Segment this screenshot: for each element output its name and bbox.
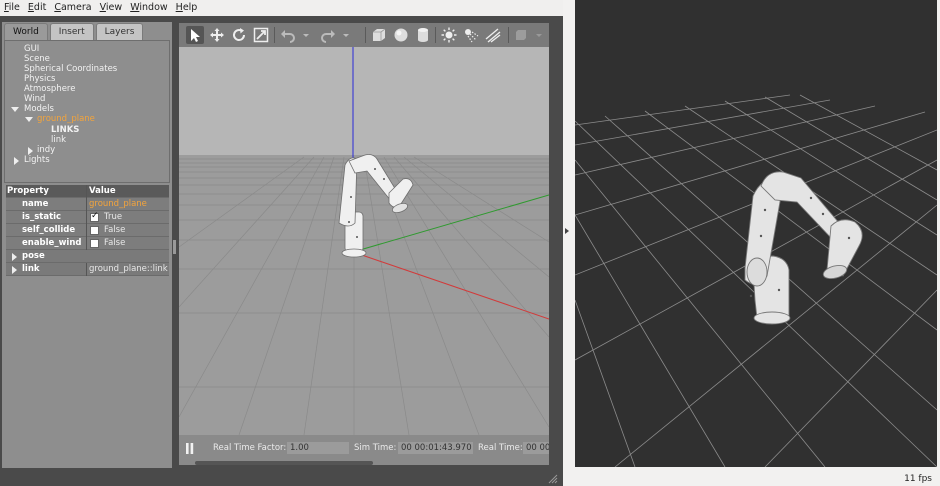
menu-bar: File Edit Camera View Window Help xyxy=(0,0,563,16)
menu-camera[interactable]: Camera xyxy=(50,0,95,16)
undo-icon[interactable] xyxy=(279,26,297,44)
world-tree: GUI Scene Spherical Coordinates Physics … xyxy=(4,40,170,183)
point-light-icon[interactable] xyxy=(440,26,458,44)
scene-toolbar xyxy=(179,23,549,47)
tab-insert[interactable]: Insert xyxy=(49,23,94,40)
expand-arrow-models-icon[interactable] xyxy=(11,107,19,112)
property-group-link[interactable]: link ground_plane::link xyxy=(6,263,169,276)
value-column-header: Value xyxy=(89,186,116,196)
resize-grip-icon[interactable] xyxy=(548,474,558,486)
gazebo-3d-viewport[interactable] xyxy=(179,47,549,435)
self-collide-checkbox[interactable] xyxy=(90,226,99,235)
menu-file[interactable]: File xyxy=(0,0,24,16)
property-key: self_collide xyxy=(22,225,76,235)
real-time-value: 00 00 xyxy=(523,442,549,454)
rtf-label: Real Time Factor: xyxy=(213,443,287,453)
property-value: False xyxy=(104,238,126,248)
translate-icon[interactable] xyxy=(208,26,226,44)
tree-header-links: LINKS xyxy=(51,125,80,135)
property-key: link xyxy=(22,264,40,274)
pause-icon[interactable] xyxy=(185,442,195,455)
menu-window[interactable]: Window xyxy=(126,0,171,16)
tree-item-models[interactable]: Models xyxy=(24,104,54,114)
menu-view[interactable]: View xyxy=(96,0,127,16)
property-key: pose xyxy=(22,251,45,261)
copy-icon[interactable] xyxy=(512,26,530,44)
property-key: name xyxy=(22,199,49,209)
scale-icon[interactable] xyxy=(252,26,270,44)
tree-item-link[interactable]: link xyxy=(51,135,66,145)
redo-dropdown-icon[interactable] xyxy=(341,26,351,44)
property-row-self-collide[interactable]: self_collide False xyxy=(6,224,169,237)
rviz-3d-view[interactable] xyxy=(575,0,937,467)
horizontal-scrollbar[interactable] xyxy=(195,461,373,465)
tree-item-scene[interactable]: Scene xyxy=(24,54,50,64)
property-row-name[interactable]: name ground_plane xyxy=(6,198,169,211)
expand-arrow-link-icon[interactable] xyxy=(12,266,17,274)
directional-light-icon[interactable] xyxy=(484,26,502,44)
menu-edit[interactable]: Edit xyxy=(24,0,50,16)
tab-world[interactable]: World xyxy=(4,23,48,40)
cylinder-icon[interactable] xyxy=(414,26,432,44)
property-value: False xyxy=(104,225,126,235)
rotate-icon[interactable] xyxy=(230,26,248,44)
rviz-scene-render xyxy=(575,0,937,467)
rviz-window: 11 fps xyxy=(565,0,940,486)
rviz-left-edge xyxy=(565,0,575,486)
tree-item-atmosphere[interactable]: Atmosphere xyxy=(24,84,75,94)
real-time-label: Real Time: xyxy=(478,443,523,453)
expand-arrow-lights-icon[interactable] xyxy=(14,157,19,165)
box-icon[interactable] xyxy=(370,26,388,44)
property-row-is-static[interactable]: is_static True xyxy=(6,211,169,224)
property-value: ground_plane::link xyxy=(89,264,168,274)
gazebo-scene-render xyxy=(179,47,549,435)
expand-arrow-pose-icon[interactable] xyxy=(12,253,17,261)
tree-item-lights[interactable]: Lights xyxy=(24,155,50,165)
is-static-checkbox[interactable] xyxy=(90,211,99,222)
undo-dropdown-icon[interactable] xyxy=(301,26,311,44)
property-table: Property Value name ground_plane is_stat… xyxy=(6,185,169,276)
property-key: is_static xyxy=(22,212,62,222)
property-group-pose[interactable]: pose xyxy=(6,250,169,263)
tree-item-gui[interactable]: GUI xyxy=(24,44,39,54)
tree-item-spherical-coordinates[interactable]: Spherical Coordinates xyxy=(24,64,117,74)
collapse-handle-icon[interactable] xyxy=(565,228,569,234)
select-icon[interactable] xyxy=(186,26,204,44)
menu-help[interactable]: Help xyxy=(172,0,202,16)
property-value: True xyxy=(104,212,123,222)
toolbar-more-icon[interactable] xyxy=(534,26,544,44)
tree-item-physics[interactable]: Physics xyxy=(24,74,55,84)
sim-time-label: Sim Time: xyxy=(354,443,397,453)
property-row-enable-wind[interactable]: enable_wind False xyxy=(6,237,169,250)
tree-item-ground-plane[interactable]: ground_plane xyxy=(37,114,95,124)
expand-arrow-indy-icon[interactable] xyxy=(28,147,33,155)
tree-item-wind[interactable]: Wind xyxy=(24,94,45,104)
desktop: File Edit Camera View Window Help World … xyxy=(0,0,940,486)
tree-item-indy[interactable]: indy xyxy=(37,145,55,155)
expand-arrow-ground-plane-icon[interactable] xyxy=(25,117,33,122)
property-header-row: Property Value xyxy=(6,185,169,198)
sim-time-value: 00 00:01:43.970 xyxy=(398,442,473,454)
rtf-value: 1.00 xyxy=(287,442,349,454)
property-column-header: Property xyxy=(7,186,49,196)
panel-tabs: World Insert Layers xyxy=(4,23,144,40)
tab-layers[interactable]: Layers xyxy=(95,23,144,40)
spot-light-icon[interactable] xyxy=(462,26,480,44)
enable-wind-checkbox[interactable] xyxy=(90,239,99,248)
left-panel: World Insert Layers GUI Scene Spherical … xyxy=(2,22,172,468)
property-key: enable_wind xyxy=(22,238,82,248)
sphere-icon[interactable] xyxy=(392,26,410,44)
fps-counter: 11 fps xyxy=(904,474,932,484)
panel-splitter[interactable] xyxy=(173,240,176,254)
gazebo-window: File Edit Camera View Window Help World … xyxy=(0,0,563,486)
property-value: ground_plane xyxy=(89,199,147,209)
redo-icon[interactable] xyxy=(319,26,337,44)
